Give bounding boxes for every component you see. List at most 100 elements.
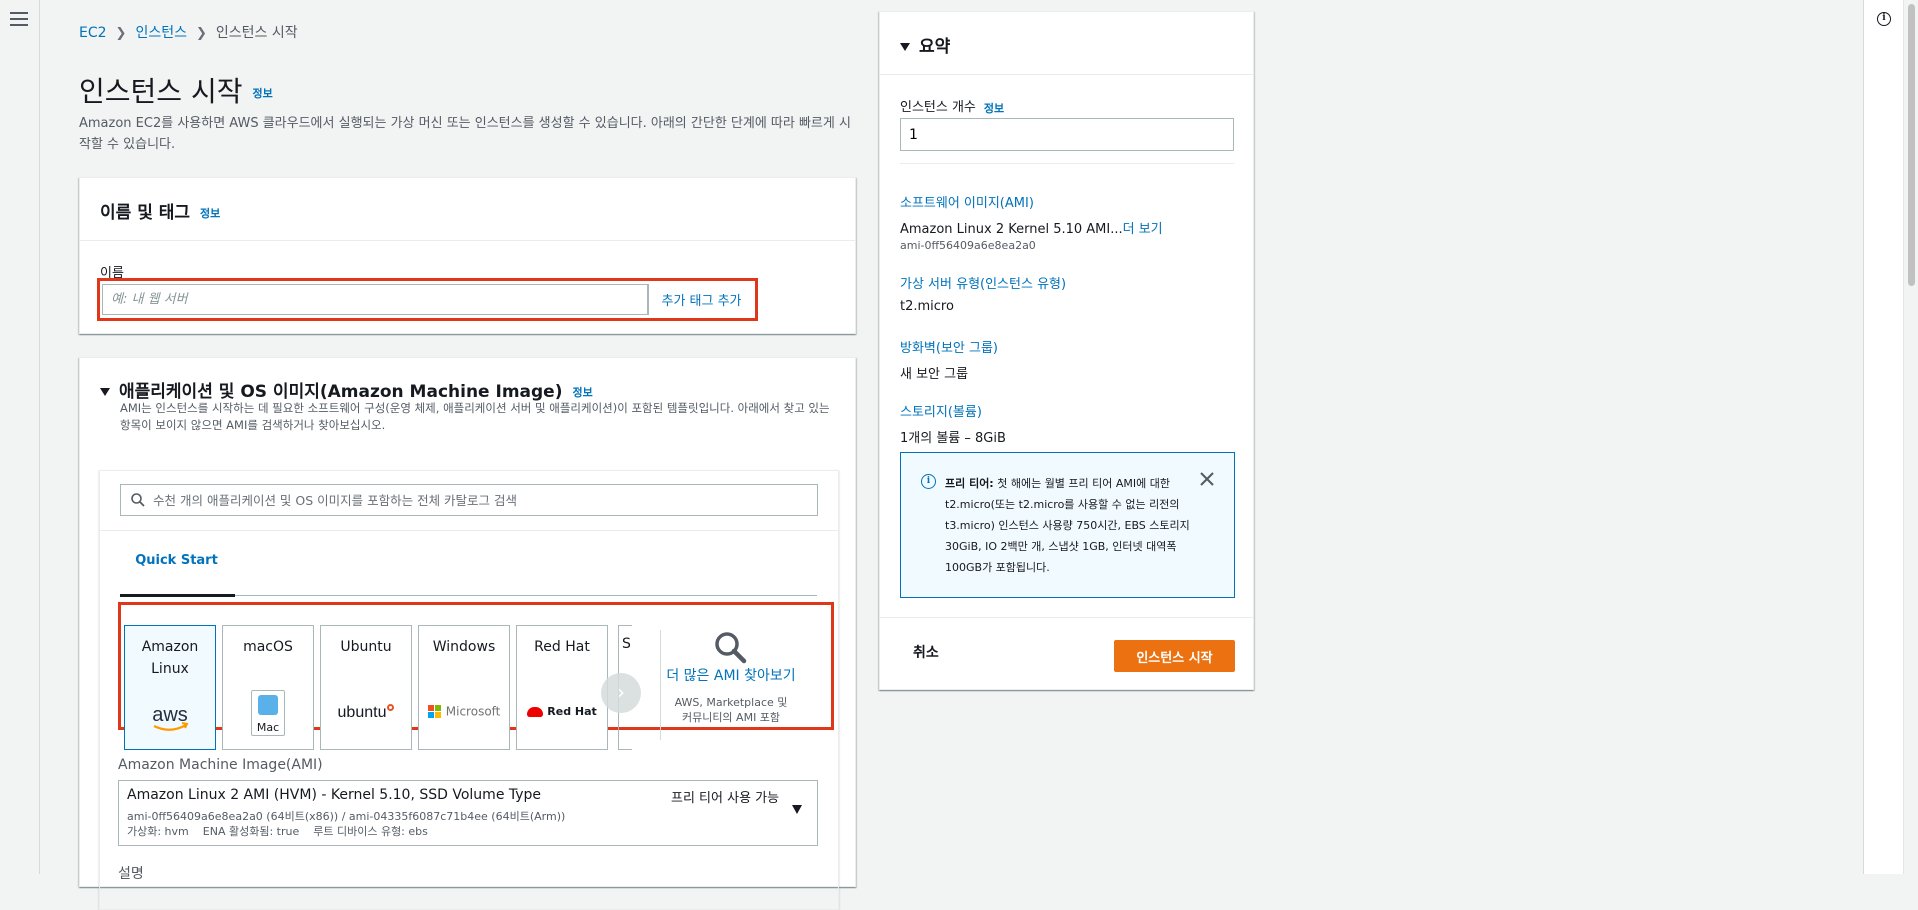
os-selector-group: Amazon Linux aws macOS Mac Ubuntu ubuntu… [118,602,834,750]
free-tier-text: 프리 티어: 첫 해에는 월별 프리 티어 AMI에 대한 t2.micro(또… [945,473,1195,578]
os-label: Red Hat [534,639,590,655]
summary-storage-link[interactable]: 스토리지(볼륨) [900,401,982,420]
ami-root: 루트 디바이스 유형: ebs [313,825,428,838]
chevron-right-icon: ❯ [115,26,127,41]
os-label: Amazon Linux [141,639,199,677]
cancel-button[interactable]: 취소 [913,642,939,662]
summary-panel: 요약 인스턴스 개수 정보 소프트웨어 이미지(AMI) Amazon Linux… [879,11,1254,690]
info-icon[interactable]: i [1877,12,1891,26]
browse-more-ami-sub: AWS, Marketplace 및 커뮤니티의 AMI 포함 [674,696,788,724]
instance-count-label-text: 인스턴스 개수 [900,100,976,115]
ami-catalog-box: Quick Start Amazon Linux aws macOS Mac [99,470,839,910]
name-tags-info-link[interactable]: 정보 [200,207,220,220]
summary-storage-value: 1개의 볼륨 – 8GiB [900,431,1006,446]
name-input-group: 추가 태그 추가 [97,278,758,321]
divider [880,617,1253,618]
tab-quick-start[interactable]: Quick Start [121,549,232,576]
os-card-amazon-linux[interactable]: Amazon Linux aws [124,625,216,750]
summary-instance-type-value: t2.micro [900,299,954,314]
name-tags-header: 이름 및 태그 정보 [80,178,855,241]
instance-count-info-link[interactable]: 정보 [984,102,1004,115]
chevron-right-icon: ❯ [195,26,207,41]
mac-logo-icon: Mac [223,690,313,736]
os-label: Windows [432,639,496,655]
breadcrumb-instances[interactable]: 인스턴스 [135,25,187,41]
ami-select-label: Amazon Machine Image(AMI) [118,757,323,773]
aws-logo-icon: aws [125,704,215,734]
name-tags-panel: 이름 및 태그정보 이름 추가 태그 추가 [79,177,856,334]
info-icon: i [921,474,936,489]
ami-title: 애플리케이션 및 OS 이미지(Amazon Machine Image) [119,382,563,402]
summary-instance-type-link[interactable]: 가상 서버 유형(인스턴스 유형) [900,273,1066,292]
chevron-right-icon[interactable]: › [601,673,641,713]
summary-title: 요약 [919,37,951,57]
caret-down-icon [900,43,910,51]
os-label: macOS [243,639,293,655]
divider [900,163,1234,164]
redhat-logo-text: Red Hat [547,705,597,718]
ami-panel: 애플리케이션 및 OS 이미지(Amazon Machine Image) 정보 … [79,357,856,910]
close-icon[interactable] [1199,471,1215,487]
launch-instance-button[interactable]: 인스턴스 시작 [1114,640,1235,672]
breadcrumb-ec2[interactable]: EC2 [79,25,107,41]
os-card-red-hat[interactable]: Red Hat Red Hat [516,625,608,750]
magnifier-icon [715,632,747,664]
name-input[interactable] [102,284,648,315]
caret-down-icon [100,388,110,396]
ami-select-ids: ami-0ff56409a6e8ea2a0 (64비트(x86)) / ami-… [127,810,566,823]
summary-header[interactable]: 요약 [880,12,1253,75]
summary-ami-value: Amazon Linux 2 Kernel 5.10 AMI...더 보기 [900,218,1163,237]
left-rail [0,0,40,874]
os-card-macos[interactable]: macOS Mac [222,625,314,750]
divider [100,530,838,531]
ami-select-name: Amazon Linux 2 AMI (HVM) - Kernel 5.10, … [127,787,542,803]
summary-body: 인스턴스 개수 정보 소프트웨어 이미지(AMI) Amazon Linux 2 … [900,96,1234,446]
ami-search [120,484,818,516]
ubuntu-logo-text: ubuntu [337,704,387,721]
page-description: Amazon EC2를 사용하면 AWS 클라우드에서 실행되는 가상 머신 또… [79,116,851,152]
breadcrumb: EC2 ❯ 인스턴스 ❯ 인스턴스 시작 [79,22,298,42]
description-label: 설명 [118,866,144,882]
instance-count-label: 인스턴스 개수 정보 [900,96,1234,116]
os-card-windows[interactable]: Windows Microsoft [418,625,510,750]
microsoft-logo-icon: Microsoft [419,704,509,734]
add-tags-button[interactable]: 추가 태그 추가 [648,284,754,315]
ami-info-link[interactable]: 정보 [572,386,592,399]
ami-virt: 가상화: hvm [127,825,189,838]
tab-active-indicator [120,594,235,597]
search-icon [131,493,145,507]
right-rail: i [1863,0,1903,874]
summary-ami-value-text: Amazon Linux 2 Kernel 5.10 AMI... [900,222,1123,237]
menu-icon[interactable] [10,12,28,28]
os-label: Ubuntu [340,639,392,655]
page-title: 인스턴스 시작 정보 [79,70,273,110]
caret-down-icon [792,805,802,814]
name-tags-title: 이름 및 태그 [100,203,191,223]
free-tier-badge: 프리 티어 사용 가능 [671,791,780,806]
mac-logo-text: Mac [256,721,280,734]
ami-header[interactable]: 애플리케이션 및 OS 이미지(Amazon Machine Image) 정보 [100,377,593,402]
microsoft-logo-text: Microsoft [445,704,501,719]
scrollbar-thumb[interactable] [1908,4,1915,286]
scrollbar[interactable] [1903,0,1918,874]
breadcrumb-current: 인스턴스 시작 [215,25,298,41]
ubuntu-logo-icon: ubuntu [321,704,411,734]
ami-search-input[interactable] [153,485,813,515]
redhat-logo-icon: Red Hat [517,704,607,734]
summary-firewall-link[interactable]: 방화벽(보안 그룹) [900,337,998,356]
summary-ami-id: ami-0ff56409a6e8ea2a0 [900,239,1036,252]
page-info-link[interactable]: 정보 [252,87,272,100]
ami-select[interactable]: Amazon Linux 2 AMI (HVM) - Kernel 5.10, … [118,780,818,846]
ami-select-props: 가상화: hvm ENA 활성화됨: true 루트 디바이스 유형: ebs [127,823,442,839]
browse-more-ami-link[interactable]: 더 많은 AMI 찾아보기 [666,665,796,685]
instance-count-input[interactable] [900,118,1234,151]
os-card-ubuntu[interactable]: Ubuntu ubuntu [320,625,412,750]
free-tier-body: 첫 해에는 월별 프리 티어 AMI에 대한 t2.micro(또는 t2.mi… [945,477,1190,574]
summary-firewall-value: 새 보안 그룹 [900,367,969,382]
free-tier-alert: i 프리 티어: 첫 해에는 월별 프리 티어 AMI에 대한 t2.micro… [900,452,1235,598]
summary-ami-link[interactable]: 소프트웨어 이미지(AMI) [900,192,1034,211]
divider [660,630,661,740]
page-title-text: 인스턴스 시작 [79,75,243,108]
summary-ami-more-link[interactable]: 더 보기 [1123,222,1163,237]
browse-more-ami[interactable]: 더 많은 AMI 찾아보기 AWS, Marketplace 및 커뮤니티의 A… [666,625,796,750]
